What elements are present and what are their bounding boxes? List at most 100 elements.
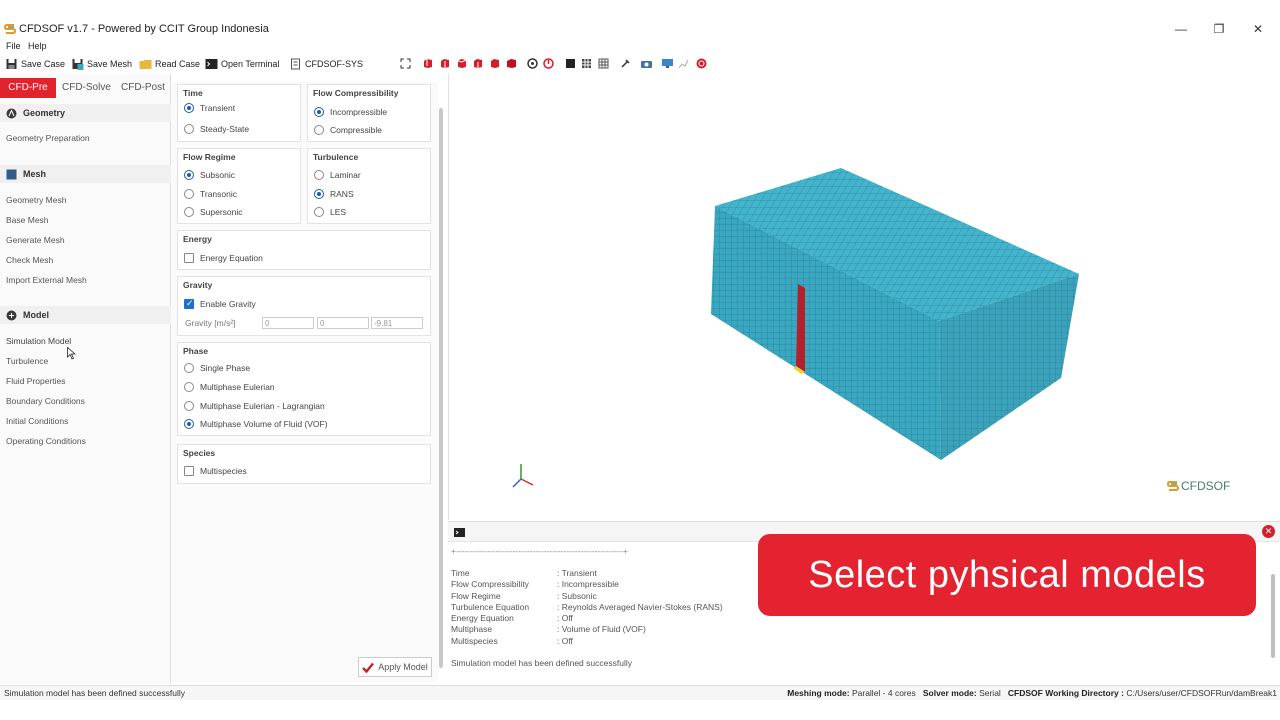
nav-item-generate-mesh[interactable]: Generate Mesh xyxy=(6,235,65,245)
multiphase-eulerian-option[interactable]: Multiphase Eulerian xyxy=(184,382,275,392)
les-option[interactable]: LES xyxy=(314,207,346,217)
view-left-icon[interactable] xyxy=(456,58,467,69)
radio-laminar[interactable] xyxy=(314,170,324,180)
radio-multiphase-eulerian-lagrangian[interactable] xyxy=(184,401,194,411)
time-steady-state-option[interactable]: Steady-State xyxy=(184,124,249,134)
section-model[interactable]: Model xyxy=(0,306,171,324)
read-case-button[interactable]: Read Case xyxy=(139,57,200,71)
minimize-button[interactable]: — xyxy=(1166,21,1196,37)
cfdsof-sys-button[interactable]: CFDSOF-SYS xyxy=(289,57,363,71)
subsonic-option[interactable]: Subsonic xyxy=(184,170,235,180)
energy-equation-label: Energy Equation xyxy=(200,253,263,263)
radio-multiphase-vof[interactable] xyxy=(184,419,194,429)
enable-gravity-checkbox[interactable] xyxy=(184,298,194,309)
nav-item-fluid-properties[interactable]: Fluid Properties xyxy=(6,376,66,386)
nav-item-initial-conditions[interactable]: Initial Conditions xyxy=(6,416,68,426)
time-transient-label: Transient xyxy=(200,103,236,113)
view-back-icon[interactable] xyxy=(439,58,450,69)
window-title: CFDSOF v1.7 - Powered by CCIT Group Indo… xyxy=(19,23,269,35)
reset-view-icon[interactable] xyxy=(543,58,554,69)
view-front-icon[interactable] xyxy=(422,58,433,69)
radio-incompressible[interactable] xyxy=(314,107,324,117)
rotate-icon[interactable] xyxy=(527,58,538,69)
console-scrollbar[interactable] xyxy=(1271,574,1275,658)
transonic-option[interactable]: Transonic xyxy=(184,189,237,199)
nav-item-boundary-conditions[interactable]: Boundary Conditions xyxy=(6,396,85,406)
gravity-x-input[interactable]: 0 xyxy=(262,317,314,329)
radio-subsonic[interactable] xyxy=(184,170,194,180)
nav-item-turbulence[interactable]: Turbulence xyxy=(6,356,48,366)
supersonic-option[interactable]: Supersonic xyxy=(184,207,243,217)
radio-single-phase[interactable] xyxy=(184,363,194,373)
mesh-view-icon[interactable] xyxy=(581,58,592,69)
time-transient-option[interactable]: Transient xyxy=(184,103,235,113)
checkmark-icon xyxy=(362,662,375,673)
radio-steady-state[interactable] xyxy=(184,124,194,134)
console-line: Flow Compressibility: Incompressible xyxy=(451,579,619,589)
solid-view-icon[interactable] xyxy=(565,58,576,69)
wireframe-view-icon[interactable] xyxy=(598,58,609,69)
gravity-y-input[interactable]: 0 xyxy=(317,317,369,329)
view-right-icon[interactable] xyxy=(472,58,483,69)
compressible-option[interactable]: Compressible xyxy=(314,125,382,135)
restore-button[interactable]: ❐ xyxy=(1204,21,1234,37)
incompressible-option[interactable]: Incompressible xyxy=(314,107,387,117)
multiphase-eulerian-lagrangian-option[interactable]: Multiphase Eulerian - Lagrangian xyxy=(184,401,325,411)
view-top-icon[interactable] xyxy=(489,58,500,69)
nav-item-geometry-mesh[interactable]: Geometry Mesh xyxy=(6,195,66,205)
apply-model-button[interactable]: Apply Model xyxy=(358,657,432,677)
menu-file[interactable]: File xyxy=(6,41,21,51)
close-console-icon[interactable]: ✕ xyxy=(1262,525,1275,538)
nav-item-simulation-model[interactable]: Simulation Model xyxy=(6,336,71,346)
console-line: Multispecies: Off xyxy=(451,636,573,646)
gravity-z-input[interactable]: -9.81 xyxy=(371,317,423,329)
radio-transient[interactable] xyxy=(184,103,194,113)
3d-viewport[interactable]: CFDSOF xyxy=(448,74,1280,520)
energy-equation-option[interactable]: Energy Equation xyxy=(184,253,263,263)
multispecies-option[interactable]: Multispecies xyxy=(184,466,247,476)
radio-compressible[interactable] xyxy=(314,125,324,135)
cfdsof-watermark-logo-icon xyxy=(1167,481,1179,491)
time-group: Time Transient Steady-State xyxy=(177,84,301,142)
nav-item-geometry-preparation[interactable]: Geometry Preparation xyxy=(6,133,90,143)
open-terminal-label: Open Terminal xyxy=(221,59,280,69)
tab-cfd-solve[interactable]: CFD-Solve xyxy=(56,78,117,98)
view-bottom-icon[interactable] xyxy=(506,58,517,69)
nav-item-check-mesh[interactable]: Check Mesh xyxy=(6,255,53,265)
menu-help[interactable]: Help xyxy=(28,41,47,51)
nav-item-base-mesh[interactable]: Base Mesh xyxy=(6,215,49,225)
laminar-option[interactable]: Laminar xyxy=(314,170,361,180)
section-geometry[interactable]: Geometry xyxy=(0,104,171,122)
rans-label: RANS xyxy=(330,189,354,199)
tab-cfd-post[interactable]: CFD-Post xyxy=(115,78,171,98)
radio-les[interactable] xyxy=(314,207,324,217)
open-terminal-button[interactable]: Open Terminal xyxy=(205,57,279,71)
single-phase-option[interactable]: Single Phase xyxy=(184,363,250,373)
section-mesh[interactable]: Mesh xyxy=(0,165,171,183)
probe-icon[interactable] xyxy=(620,58,631,69)
enable-gravity-option[interactable]: Enable Gravity xyxy=(184,298,256,309)
stop-icon[interactable] xyxy=(696,58,707,69)
radio-multiphase-eulerian[interactable] xyxy=(184,382,194,392)
nav-item-import-external-mesh[interactable]: Import External Mesh xyxy=(6,275,87,285)
radio-rans[interactable] xyxy=(314,189,324,199)
radio-supersonic[interactable] xyxy=(184,207,194,217)
chart-icon[interactable] xyxy=(678,58,689,69)
tab-cfd-pre[interactable]: CFD-Pre xyxy=(0,78,56,98)
camera-icon[interactable] xyxy=(641,58,652,69)
save-mesh-button[interactable]: Save Mesh xyxy=(71,57,132,71)
nav-item-operating-conditions[interactable]: Operating Conditions xyxy=(6,436,86,446)
save-case-button[interactable]: Save Case xyxy=(5,57,65,71)
solver-mode-label: Solver mode: xyxy=(922,688,977,698)
multiphase-vof-option[interactable]: Multiphase Volume of Fluid (VOF) xyxy=(184,419,328,429)
rans-option[interactable]: RANS xyxy=(314,189,354,199)
monitor-icon[interactable] xyxy=(662,58,673,69)
radio-transonic[interactable] xyxy=(184,189,194,199)
energy-equation-checkbox[interactable] xyxy=(184,253,194,263)
panel-scrollbar[interactable] xyxy=(439,108,443,668)
close-window-button[interactable]: ✕ xyxy=(1243,21,1273,37)
supersonic-label: Supersonic xyxy=(200,207,243,217)
fit-view-icon[interactable] xyxy=(400,58,411,69)
multispecies-checkbox[interactable] xyxy=(184,466,194,476)
gravity-title: Gravity xyxy=(183,280,213,290)
